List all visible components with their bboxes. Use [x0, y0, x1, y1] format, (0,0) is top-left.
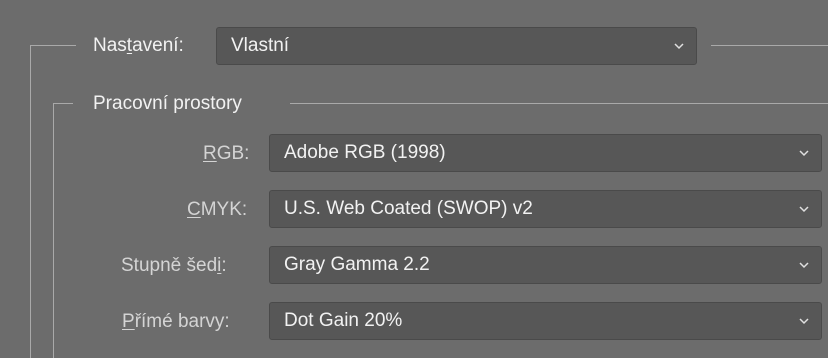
- group-border-top-right: [290, 103, 828, 104]
- spot-label: Přímé barvy:: [122, 310, 230, 334]
- group-border-left: [53, 103, 54, 358]
- rgb-label: RGB:: [203, 142, 249, 166]
- settings-select-value: Vlastní: [231, 35, 290, 56]
- rgb-label-accelerator: R: [203, 143, 217, 164]
- settings-label-prefix: Nas: [93, 35, 127, 56]
- spot-label-suffix: římé barvy:: [134, 311, 230, 332]
- frame-border-left: [30, 45, 31, 358]
- gray-label: Stupně šedi:: [121, 254, 227, 278]
- cmyk-label: CMYK:: [187, 198, 247, 222]
- chevron-down-icon: [799, 205, 809, 213]
- spot-select[interactable]: Dot Gain 20%: [269, 302, 822, 340]
- gray-select-value: Gray Gamma 2.2: [284, 254, 430, 275]
- spot-label-accelerator: P: [122, 311, 135, 332]
- gray-select[interactable]: Gray Gamma 2.2: [269, 246, 822, 284]
- frame-border-top-left: [30, 45, 76, 46]
- chevron-down-icon: [799, 261, 809, 269]
- chevron-down-icon: [799, 149, 809, 157]
- rgb-select-value: Adobe RGB (1998): [284, 142, 446, 163]
- spot-select-value: Dot Gain 20%: [284, 310, 403, 331]
- gray-label-prefix: Stupně šed: [121, 255, 218, 276]
- settings-label-suffix: avení:: [132, 35, 184, 56]
- frame-border-top-right: [711, 45, 828, 46]
- settings-label: Nastavení:: [93, 34, 184, 58]
- working-spaces-title: Pracovní prostory: [93, 93, 242, 114]
- cmyk-select[interactable]: U.S. Web Coated (SWOP) v2: [269, 190, 822, 228]
- cmyk-select-value: U.S. Web Coated (SWOP) v2: [284, 198, 533, 219]
- settings-select[interactable]: Vlastní: [216, 27, 697, 65]
- group-border-top-left: [53, 103, 73, 104]
- rgb-select[interactable]: Adobe RGB (1998): [269, 134, 822, 172]
- cmyk-label-suffix: MYK:: [200, 199, 248, 220]
- chevron-down-icon: [674, 42, 684, 50]
- cmyk-label-accelerator: C: [187, 199, 201, 220]
- gray-label-suffix: :: [221, 255, 227, 276]
- rgb-label-suffix: GB:: [216, 143, 250, 164]
- chevron-down-icon: [799, 317, 809, 325]
